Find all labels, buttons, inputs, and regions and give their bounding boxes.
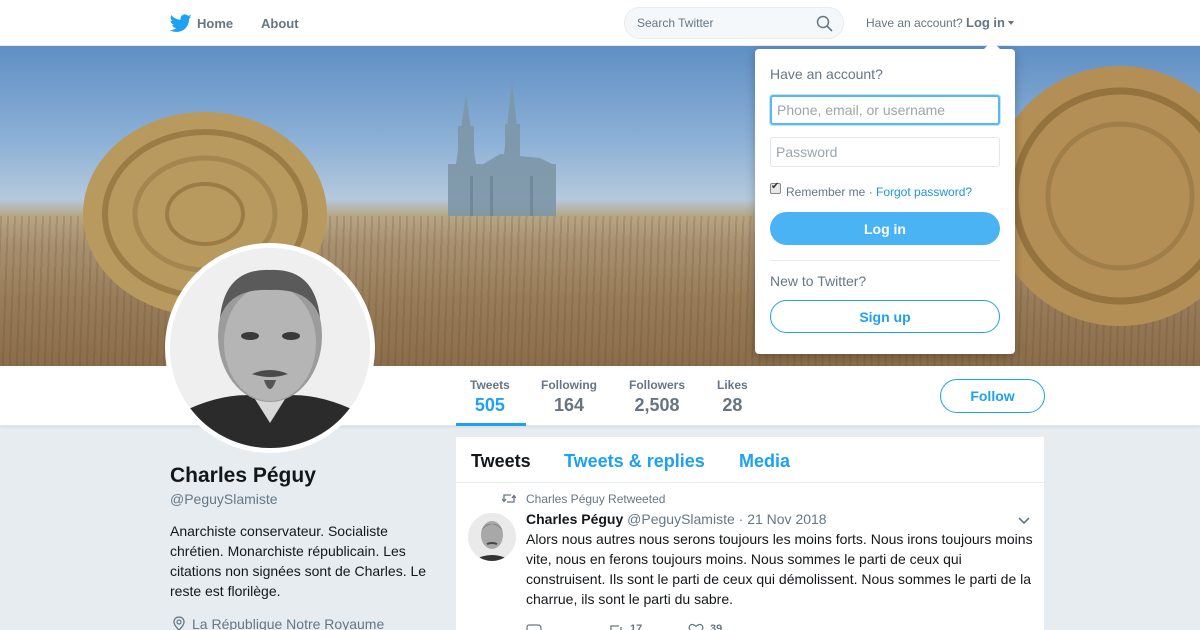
follow-button[interactable]: Follow: [940, 379, 1045, 413]
tweet-author-name[interactable]: Charles Péguy: [526, 511, 623, 527]
retweet-action-icon[interactable]: [608, 623, 624, 630]
stat-tweets-label: Tweets: [470, 378, 510, 392]
new-to-twitter-text: New to Twitter?: [770, 273, 867, 289]
profile-location: La République Notre Royaume: [192, 616, 385, 630]
like-heart-icon[interactable]: [688, 623, 704, 630]
retweet-count: 17: [630, 623, 643, 630]
hay-bale-right: [990, 66, 1200, 326]
stat-likes-label: Likes: [717, 378, 748, 392]
retweet-icon: [502, 494, 516, 503]
stat-following[interactable]: Following 164: [541, 378, 597, 416]
have-account-text: Have an account?: [866, 16, 963, 30]
username-field[interactable]: [770, 95, 1000, 125]
stat-followers-value: 2,508: [634, 395, 680, 415]
remember-me-label[interactable]: Remember me ·: [786, 185, 873, 199]
profile-bio: Anarchiste conservateur. Socialiste chré…: [170, 523, 427, 599]
profile-avatar[interactable]: [165, 243, 375, 453]
tweet-separator: ·: [738, 511, 744, 527]
retweet-context[interactable]: Charles Péguy Retweeted: [526, 492, 665, 506]
top-navigation-bar: Home About Search Twitter Have an accoun…: [0, 0, 1200, 46]
stat-followers[interactable]: Followers 2,508: [629, 378, 685, 416]
search-box[interactable]: Search Twitter: [624, 7, 844, 39]
tweet-avatar[interactable]: [468, 513, 516, 561]
tweet-author-handle[interactable]: @PeguySlamiste: [627, 511, 735, 527]
tab-tweets[interactable]: Tweets: [471, 451, 531, 472]
tweet-timeline: Tweets Tweets & replies Media Charles Pé…: [456, 437, 1044, 630]
stat-followers-label: Followers: [629, 378, 686, 392]
remember-me-checkbox[interactable]: [770, 181, 781, 194]
dropdown-title: Have an account?: [770, 66, 883, 82]
like-count: 39: [710, 623, 723, 630]
tweet-date[interactable]: 21 Nov 2018: [747, 511, 826, 527]
login-submit-button[interactable]: Log in: [770, 212, 1000, 245]
active-tab-indicator: [456, 423, 526, 426]
login-dropdown-toggle[interactable]: Log in: [966, 15, 1005, 30]
profile-handle[interactable]: @PeguySlamiste: [170, 491, 278, 507]
tab-media[interactable]: Media: [739, 451, 790, 472]
stat-tweets-value: 505: [474, 395, 505, 415]
cathedral-graphic: [448, 80, 556, 216]
twitter-bird-icon[interactable]: [170, 14, 192, 33]
stat-likes-value: 28: [722, 395, 743, 415]
stat-likes[interactable]: Likes 28: [717, 378, 748, 416]
tweet-text: Alors nous autres nous serons toujours l…: [526, 531, 1033, 607]
dropdown-divider: [770, 260, 1000, 261]
chevron-down-icon[interactable]: [1008, 21, 1014, 25]
tweet-actions: 17 39: [526, 623, 826, 630]
search-icon[interactable]: [816, 15, 833, 32]
timeline-tabs: Tweets Tweets & replies Media: [456, 437, 1044, 483]
tweet-header: Charles Péguy @PeguySlamiste · 21 Nov 20…: [526, 511, 827, 527]
search-input[interactable]: Search Twitter: [637, 16, 713, 30]
stat-tweets[interactable]: Tweets 505: [470, 378, 510, 416]
profile-name[interactable]: Charles Péguy: [170, 464, 316, 488]
nav-about-link[interactable]: About: [261, 16, 299, 31]
reply-icon[interactable]: [526, 623, 542, 630]
portrait-photo: [170, 248, 370, 448]
signup-button[interactable]: Sign up: [770, 300, 1000, 333]
dropdown-arrow: [984, 41, 1000, 49]
tweet-menu-chevron-icon[interactable]: [1018, 517, 1030, 525]
tab-tweets-and-replies[interactable]: Tweets & replies: [564, 451, 705, 472]
stat-following-label: Following: [541, 378, 597, 392]
password-field[interactable]: [770, 137, 1000, 167]
nav-home-link[interactable]: Home: [197, 16, 233, 31]
login-dropdown: Have an account? Remember me · Forgot pa…: [755, 41, 1015, 354]
forgot-password-link[interactable]: Forgot password?: [876, 185, 972, 199]
stat-following-value: 164: [553, 395, 585, 415]
location-pin-icon: [173, 616, 185, 630]
